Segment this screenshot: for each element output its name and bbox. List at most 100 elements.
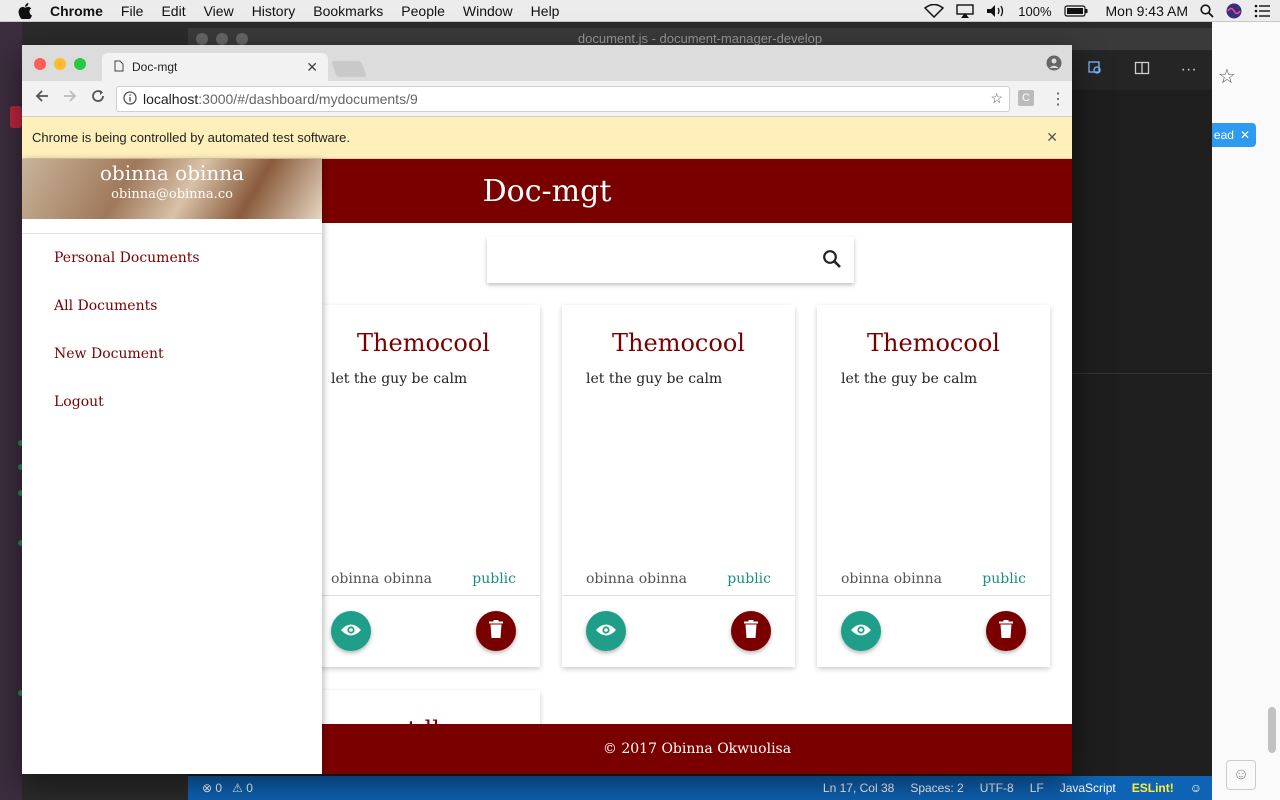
profile-icon[interactable]: [1046, 55, 1062, 76]
tab-title: Doc-mgt: [132, 60, 178, 74]
trash-icon: [999, 620, 1013, 642]
nav-new-document[interactable]: New Document: [22, 330, 322, 378]
view-document-button[interactable]: [841, 611, 881, 651]
split-editor-icon[interactable]: [1134, 60, 1150, 81]
emoji-icon[interactable]: ☺: [1226, 760, 1256, 790]
document-card[interactable]: Themocool let the guy be calm obinna obi…: [562, 305, 795, 667]
document-content: let the guy be calm: [586, 371, 723, 387]
delete-document-button[interactable]: [986, 611, 1026, 651]
back-button[interactable]: [28, 89, 56, 108]
minimize-window-button[interactable]: [54, 58, 66, 70]
document-access: public: [982, 571, 1026, 587]
delete-document-button[interactable]: [476, 611, 516, 651]
open-changes-icon[interactable]: [1087, 60, 1103, 81]
background-app-right: ☆ ead ✕ ☺: [1212, 22, 1280, 800]
document-content: let the guy be calm: [841, 371, 978, 387]
address-bar[interactable]: localhost:3000/#/dashboard/mydocuments/9…: [116, 86, 1010, 112]
line-ending[interactable]: LF: [1030, 781, 1044, 795]
menu-file[interactable]: File: [121, 3, 144, 19]
menu-edit[interactable]: Edit: [161, 3, 185, 19]
footer-copyright: © 2017 Obinna Okwuolisa: [602, 741, 792, 757]
warning-icon: ⚠: [232, 781, 243, 795]
document-owner: obinna obinna: [331, 571, 432, 587]
side-nav-drawer: obinna obinna obinna@obinna.co Personal …: [22, 159, 322, 774]
feedback-smiley-icon[interactable]: ☺: [1190, 781, 1202, 795]
search-input[interactable]: [487, 237, 854, 283]
menu-view[interactable]: View: [204, 3, 234, 19]
chrome-menu-icon[interactable]: ⋮: [1050, 89, 1066, 109]
siri-icon[interactable]: [1226, 3, 1242, 19]
new-tab-button[interactable]: [331, 61, 367, 77]
menu-people[interactable]: People: [401, 3, 445, 19]
mac-menubar: Chrome File Edit View History Bookmarks …: [0, 0, 1280, 22]
extension-icon[interactable]: C: [1018, 90, 1034, 106]
nav-all-documents[interactable]: All Documents: [22, 282, 322, 330]
close-window-button[interactable]: [34, 58, 46, 70]
document-title: Themocool: [357, 329, 490, 357]
language-mode[interactable]: JavaScript: [1060, 781, 1116, 795]
document-card[interactable]: Themocool let the guy be calm obinna obi…: [817, 305, 1050, 667]
trash-icon: [489, 620, 503, 642]
search-icon[interactable]: [822, 249, 842, 274]
close-icon[interactable]: ✕: [1240, 128, 1250, 142]
star-icon[interactable]: ☆: [1218, 64, 1236, 89]
spotlight-search-icon[interactable]: [1200, 4, 1214, 18]
eye-icon: [595, 622, 617, 641]
left-app-badge: [10, 106, 22, 128]
infobar-message: Chrome is being controlled by automated …: [32, 130, 350, 145]
vscode-window-title: document.js - document-manager-develop: [577, 31, 823, 46]
tab-close-icon[interactable]: ✕: [306, 59, 318, 76]
nav-personal-documents[interactable]: Personal Documents: [22, 234, 322, 282]
encoding[interactable]: UTF-8: [980, 781, 1014, 795]
url-path: :3000/#/dashboard/mydocuments/9: [198, 91, 418, 107]
document-access: public: [727, 571, 771, 587]
warnings-count[interactable]: ⚠ 0: [232, 781, 253, 795]
chrome-window: Doc-mgt ✕ localhost:3000/#/dashboard/myd…: [22, 45, 1072, 774]
battery-icon[interactable]: [1063, 5, 1088, 17]
chrome-toolbar: localhost:3000/#/dashboard/mydocuments/9…: [22, 81, 1072, 117]
document-owner: obinna obinna: [586, 571, 687, 587]
menu-window[interactable]: Window: [463, 3, 513, 19]
infobar-close-icon[interactable]: ✕: [1046, 129, 1058, 146]
eye-icon: [340, 622, 362, 641]
menu-app-chrome[interactable]: Chrome: [50, 3, 103, 19]
user-view: obinna obinna obinna@obinna.co: [22, 159, 322, 219]
nav-logout[interactable]: Logout: [22, 378, 322, 426]
clock[interactable]: Mon 9:43 AM: [1106, 3, 1189, 19]
scrollbar-thumb[interactable]: [1268, 707, 1276, 753]
reload-button[interactable]: [84, 89, 112, 108]
indentation[interactable]: Spaces: 2: [910, 781, 963, 795]
menu-history[interactable]: History: [252, 3, 296, 19]
menu-bookmarks[interactable]: Bookmarks: [313, 3, 383, 19]
errors-count[interactable]: ⊗ 0: [202, 781, 222, 795]
view-document-button[interactable]: [586, 611, 626, 651]
cursor-position[interactable]: Ln 17, Col 38: [823, 781, 894, 795]
bookmark-star-icon[interactable]: ☆: [990, 90, 1003, 107]
volume-icon[interactable]: [986, 4, 1006, 18]
vscode-editor-actions: ···: [1072, 50, 1212, 90]
notification-center-icon[interactable]: [1254, 4, 1270, 18]
document-title: Themocool: [612, 329, 745, 357]
wifi-icon[interactable]: [924, 4, 945, 18]
right-app-chip[interactable]: ead ✕: [1212, 123, 1256, 147]
more-actions-icon[interactable]: ···: [1181, 61, 1197, 79]
eslint-status[interactable]: ESLint!: [1132, 781, 1174, 795]
background-app-left: [0, 22, 24, 800]
info-icon[interactable]: [123, 90, 137, 108]
document-card[interactable]: Themocool let the guy be calm obinna obi…: [307, 305, 540, 667]
view-document-button[interactable]: [331, 611, 371, 651]
trash-icon: [744, 620, 758, 642]
document-title: Themocool: [867, 329, 1000, 357]
menu-help[interactable]: Help: [531, 3, 560, 19]
apple-icon[interactable]: [18, 2, 36, 19]
automation-infobar: Chrome is being controlled by automated …: [22, 117, 1072, 159]
forward-button[interactable]: [56, 89, 84, 108]
browser-tab-active[interactable]: Doc-mgt ✕: [102, 53, 328, 81]
vscode-statusbar: ⊗ 0 ⚠ 0 Ln 17, Col 38 Spaces: 2 UTF-8 LF…: [188, 776, 1212, 800]
document-icon: [114, 60, 124, 75]
url-host: localhost: [143, 91, 199, 107]
zoom-window-button[interactable]: [74, 58, 86, 70]
user-email: obinna@obinna.co: [111, 187, 233, 202]
delete-document-button[interactable]: [731, 611, 771, 651]
airplay-icon[interactable]: [956, 4, 974, 18]
